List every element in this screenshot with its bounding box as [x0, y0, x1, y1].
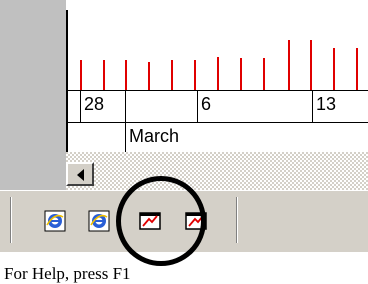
horizontal-scrollbar-track[interactable] [66, 152, 368, 190]
left-arrow-icon [77, 169, 84, 181]
status-text: For Help, press F1 [4, 264, 131, 283]
date-label-6: 6 [201, 94, 212, 114]
tick-mark [356, 48, 358, 90]
date-separator [80, 90, 81, 122]
app-window: 28 6 13 March For Help, press F1 [0, 0, 368, 283]
tick-mark [125, 60, 127, 90]
tick-mark [288, 40, 290, 90]
tick-mark [194, 60, 196, 90]
month-label: March [129, 126, 180, 146]
date-separator [197, 90, 198, 122]
ie-browser-icon[interactable] [44, 210, 66, 232]
left-gutter [0, 0, 66, 190]
date-separator [125, 90, 126, 152]
tick-mark [171, 60, 173, 90]
date-separator [312, 90, 313, 122]
date-row-top-line [68, 90, 368, 91]
tick-mark [148, 62, 150, 90]
month-row-top-line [68, 122, 368, 123]
tick-mark [263, 58, 265, 90]
tick-mark [80, 60, 82, 90]
taskbar-separator [237, 197, 238, 243]
taskbar-separator [11, 197, 12, 243]
tick-mark [333, 48, 335, 90]
date-label-13: 13 [316, 94, 337, 114]
timeline-axis-line [66, 10, 68, 152]
date-label-28: 28 [84, 94, 105, 114]
tick-mark [310, 40, 312, 90]
scroll-left-button[interactable] [66, 162, 94, 186]
annotation-circle [116, 176, 206, 266]
tick-mark [217, 57, 219, 90]
ie-browser-icon-alt[interactable] [88, 210, 110, 232]
tick-mark [103, 60, 105, 90]
tick-mark [240, 58, 242, 90]
